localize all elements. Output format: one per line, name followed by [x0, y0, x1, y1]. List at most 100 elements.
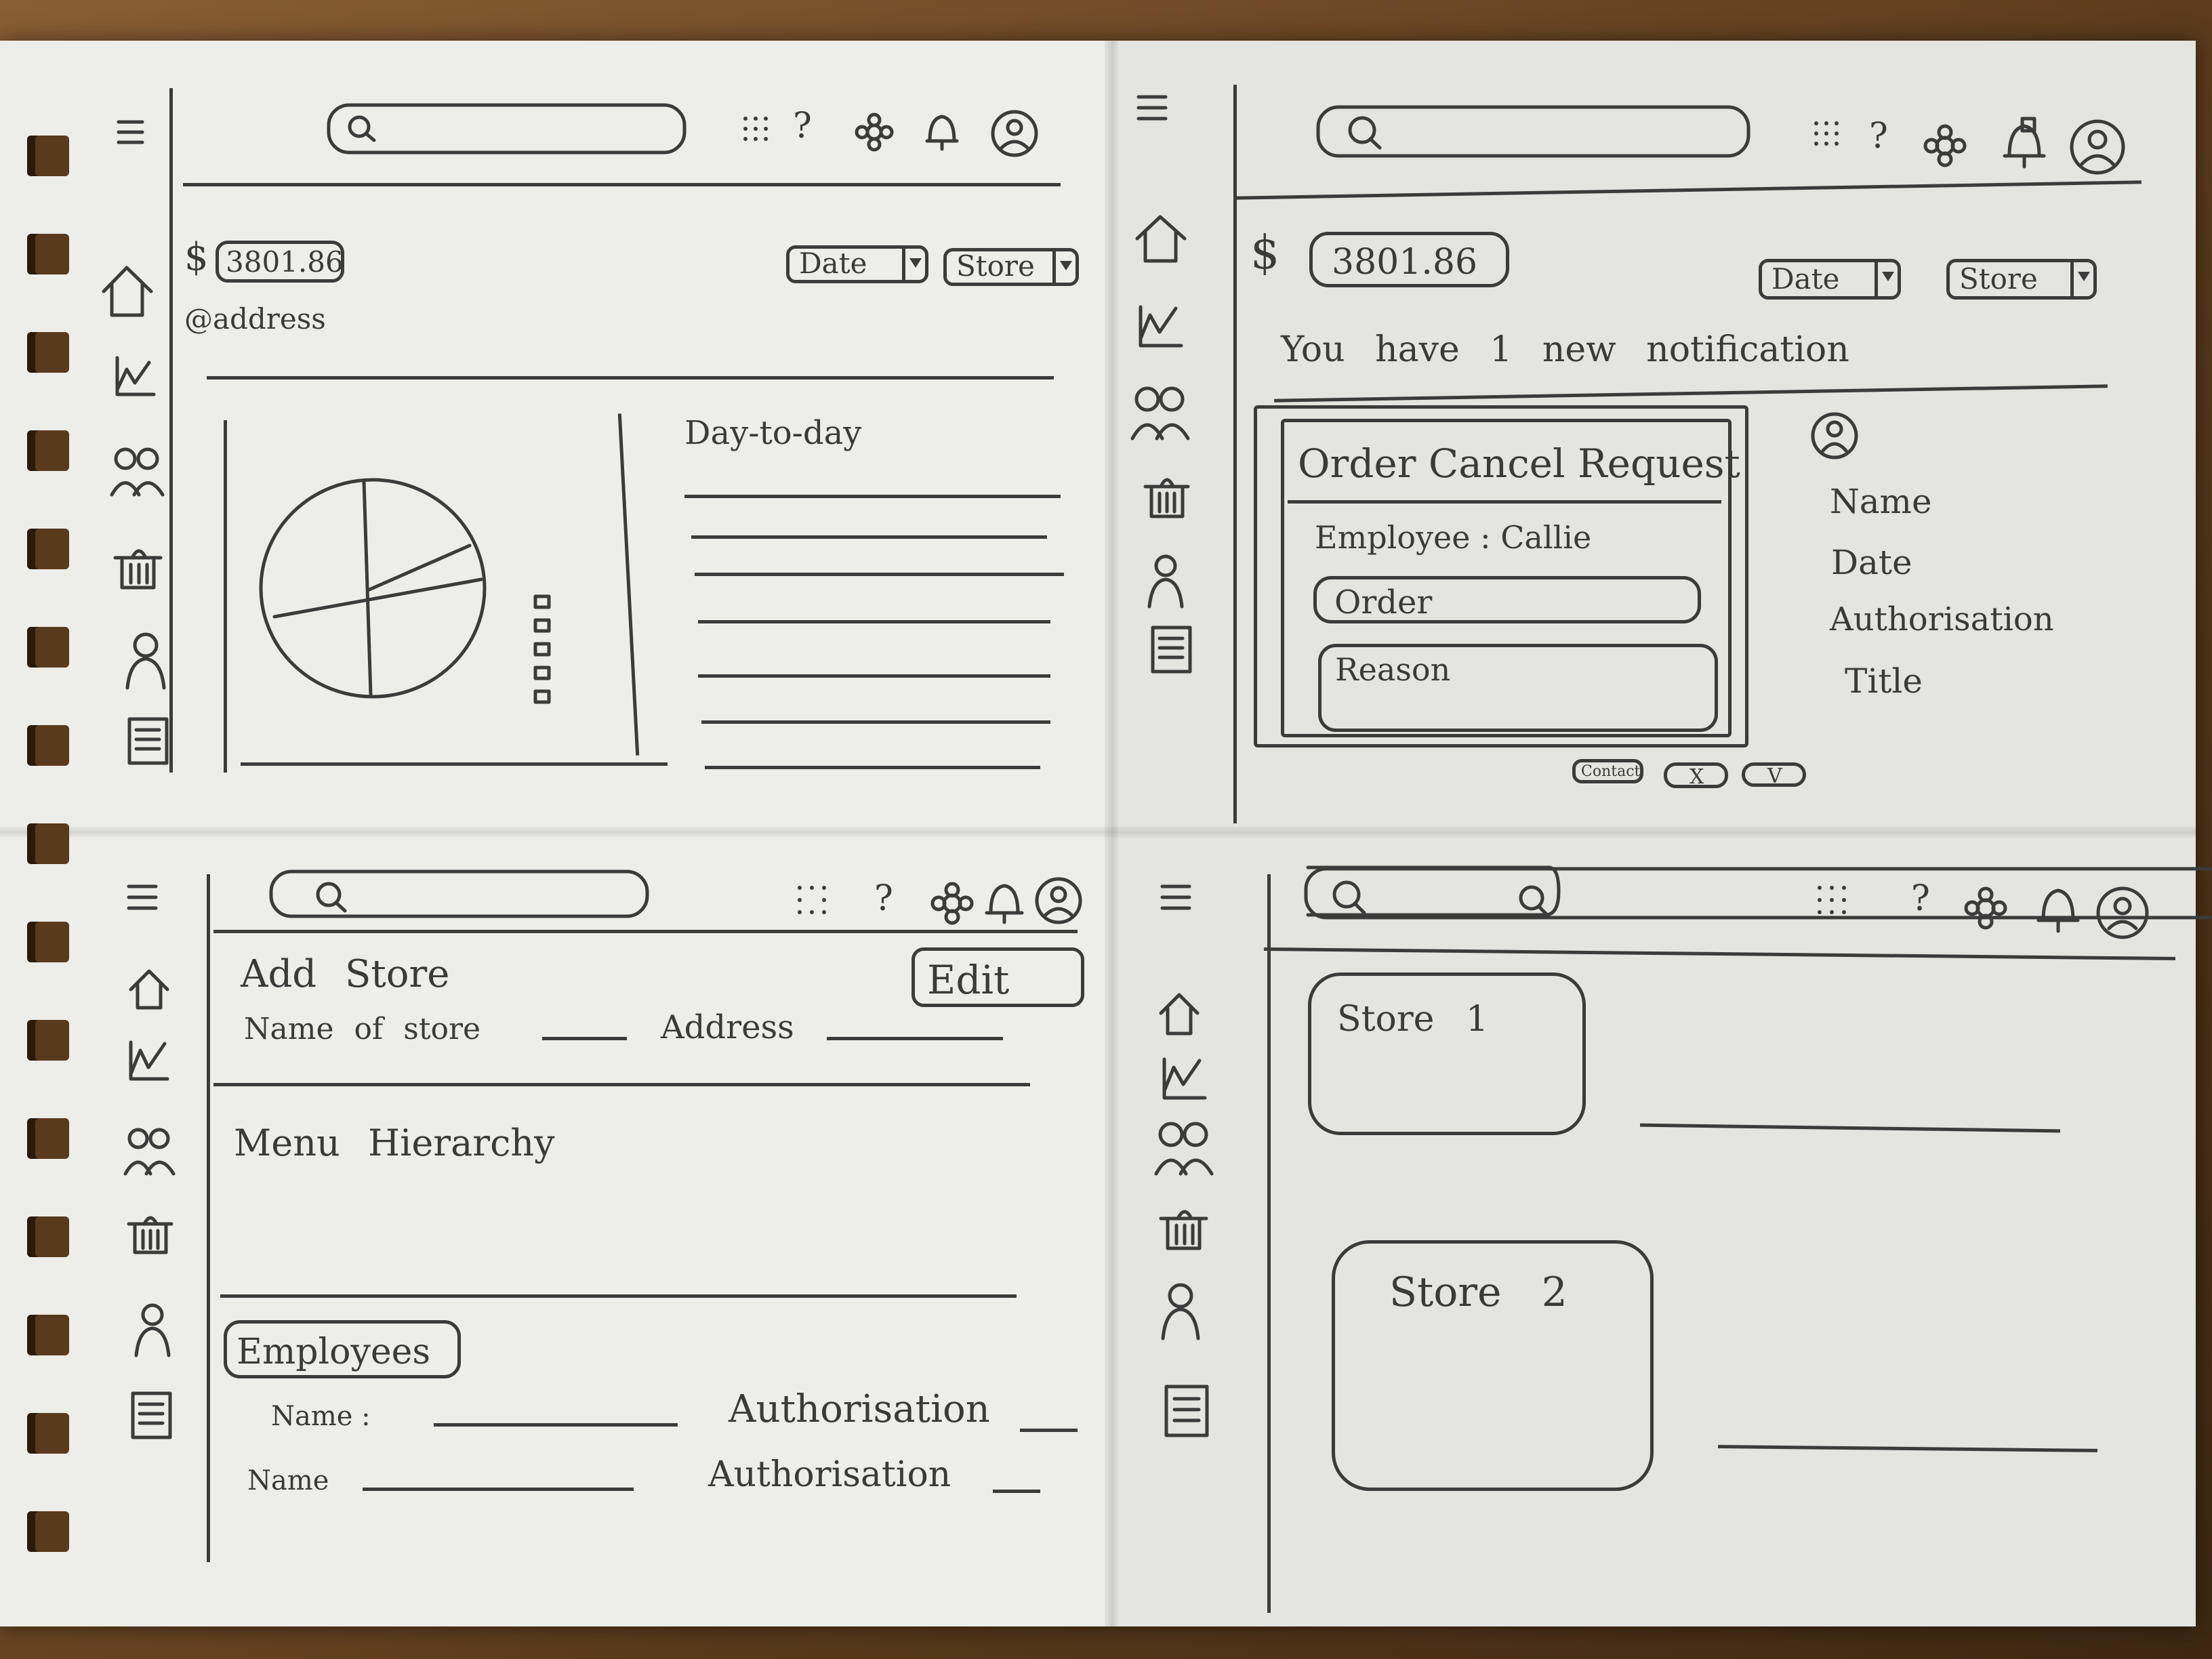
apps-grid-icon[interactable] — [739, 112, 779, 152]
list-item — [705, 766, 1040, 769]
bell-icon[interactable] — [1999, 115, 2050, 173]
sidebar-divider — [1233, 85, 1237, 823]
users-icon[interactable] — [1152, 1118, 1216, 1179]
address-input[interactable] — [827, 1037, 1003, 1040]
profile-avatar-icon[interactable] — [2067, 117, 2128, 178]
reason-field[interactable]: Reason — [1318, 644, 1718, 732]
home-icon[interactable] — [98, 261, 156, 322]
home-icon[interactable] — [125, 966, 173, 1013]
employee-label: Employee : Callie — [1315, 519, 1592, 556]
employee-name-input[interactable] — [363, 1488, 634, 1491]
inventory-basket-icon[interactable] — [112, 539, 166, 593]
chart-panel-left-edge — [224, 420, 227, 773]
employee-icon[interactable] — [1159, 1281, 1203, 1342]
bell-icon[interactable] — [983, 878, 1027, 928]
accept-button[interactable]: V — [1742, 762, 1806, 787]
chevron-down-icon — [1875, 262, 1898, 296]
hamburger-menu-icon[interactable] — [1135, 91, 1172, 125]
panel-dashboard: ? $ 3801.86 @address Date Store Day-to-d… — [0, 0, 1098, 813]
help-icon[interactable]: ? — [793, 108, 812, 144]
employee-name-input[interactable] — [434, 1423, 678, 1427]
profile-avatar-icon[interactable] — [1033, 876, 1084, 926]
hamburger-menu-icon[interactable] — [115, 115, 149, 149]
employee-row-authorisation-label: Authorisation — [729, 1387, 990, 1431]
sidebar-divider — [1267, 874, 1271, 1613]
list-item — [691, 535, 1047, 539]
users-icon[interactable] — [1128, 383, 1193, 444]
employee-authorisation-input[interactable] — [1020, 1429, 1078, 1432]
list-item — [684, 495, 1061, 498]
card-title-divider — [1288, 500, 1721, 504]
header-divider — [183, 183, 1061, 186]
section-divider — [213, 1083, 1030, 1086]
chart-icon[interactable] — [125, 1037, 173, 1084]
chart-icon[interactable] — [112, 352, 159, 400]
users-icon[interactable] — [108, 444, 166, 501]
apps-grid-icon[interactable] — [1813, 881, 1860, 925]
employee-row-name-label: Name — [247, 1465, 329, 1496]
bell-icon[interactable] — [922, 108, 962, 156]
notification-text: You have 1 new notification — [1281, 329, 1849, 370]
apps-grid-icon[interactable] — [1809, 117, 1850, 157]
store-card-2[interactable]: Store 2 — [1332, 1240, 1654, 1491]
gear-icon[interactable] — [928, 880, 976, 927]
store-card-1[interactable]: Store 1 — [1308, 972, 1586, 1135]
home-icon[interactable] — [1132, 210, 1189, 268]
search-input[interactable] — [1315, 102, 1755, 163]
apps-grid-icon[interactable] — [793, 881, 837, 925]
card-title: Order Cancel Request — [1298, 441, 1740, 487]
profile-field-authorisation: Authorisation — [1830, 600, 2054, 638]
store-card-1-detail-line — [1639, 1123, 2061, 1133]
profile-field-name: Name — [1830, 482, 1932, 521]
profile-avatar-icon[interactable] — [989, 108, 1040, 159]
chart-icon[interactable] — [1135, 302, 1186, 352]
employees-tab[interactable]: Employees — [224, 1320, 461, 1378]
edit-button[interactable]: Edit — [912, 947, 1084, 1007]
inventory-basket-icon[interactable] — [1158, 1200, 1212, 1254]
gear-icon[interactable] — [854, 112, 895, 152]
document-icon[interactable] — [125, 715, 173, 769]
help-icon[interactable]: ? — [1869, 119, 1888, 154]
search-input[interactable] — [268, 866, 654, 927]
add-store-title: Add Store — [241, 952, 450, 996]
chart-icon[interactable] — [1159, 1054, 1210, 1105]
users-icon[interactable] — [122, 1125, 176, 1179]
order-field[interactable]: Order — [1313, 576, 1701, 623]
employee-authorisation-input[interactable] — [993, 1490, 1040, 1493]
section-divider — [220, 1294, 1017, 1298]
address-text: @address — [184, 302, 326, 335]
chevron-down-icon — [2070, 262, 2093, 296]
help-icon[interactable]: ? — [874, 881, 893, 916]
employee-icon[interactable] — [1145, 552, 1186, 610]
hamburger-menu-icon[interactable] — [1159, 881, 1196, 915]
inventory-basket-icon[interactable] — [125, 1206, 176, 1257]
list-item — [695, 573, 1064, 576]
panel-notification: ? $ 3801.86 Date Store You have 1 new no… — [1111, 0, 2196, 823]
bell-icon[interactable] — [2033, 881, 2084, 939]
gear-icon[interactable] — [1921, 122, 1969, 169]
name-of-store-input[interactable] — [542, 1037, 627, 1040]
employee-icon[interactable] — [122, 630, 169, 691]
search-input[interactable] — [325, 98, 691, 159]
hamburger-menu-icon[interactable] — [125, 881, 163, 915]
gear-icon[interactable] — [1962, 884, 2009, 932]
profile-avatar-icon[interactable] — [2094, 884, 2152, 942]
document-icon[interactable] — [1149, 623, 1196, 678]
inventory-basket-icon[interactable] — [1142, 468, 1193, 522]
chart-panel-bottom-edge — [241, 762, 668, 766]
reject-button[interactable]: X — [1664, 762, 1728, 788]
store-dropdown[interactable]: Store — [1946, 259, 2097, 300]
employee-icon[interactable] — [132, 1301, 173, 1359]
close-icon: X — [1689, 765, 1704, 789]
store-dropdown[interactable]: Store — [943, 248, 1079, 286]
address-label: Address — [661, 1008, 794, 1046]
pie-chart-legend — [533, 594, 551, 704]
contact-button[interactable]: Contact — [1572, 759, 1643, 783]
help-icon[interactable]: ? — [1911, 881, 1930, 916]
document-icon[interactable] — [129, 1389, 176, 1443]
list-item — [698, 674, 1050, 678]
home-icon[interactable] — [1155, 989, 1203, 1040]
date-dropdown[interactable]: Date — [1759, 259, 1901, 300]
document-icon[interactable] — [1162, 1382, 1213, 1440]
date-dropdown[interactable]: Date — [786, 245, 928, 283]
